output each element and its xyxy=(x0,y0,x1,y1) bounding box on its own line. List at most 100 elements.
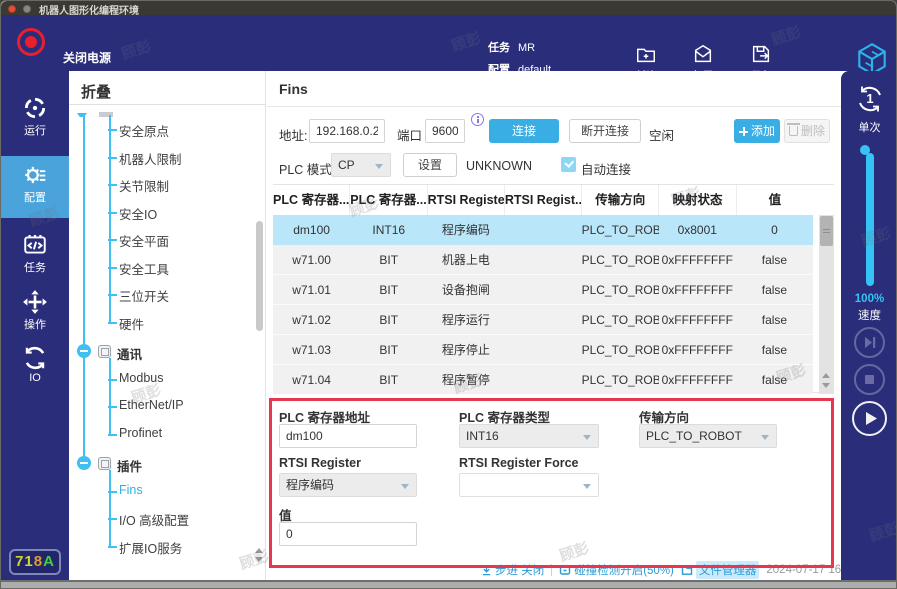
tree-item-extended-io-service[interactable]: 扩展IO服务 xyxy=(119,538,182,556)
status-bar: 步进 关闭 碰撞检测开启(50%) 文件管理器 2024-07-17 16:03… xyxy=(481,560,873,580)
scroll-up-icon[interactable] xyxy=(255,548,263,553)
plc-address-input[interactable] xyxy=(279,424,417,448)
table-row[interactable]: w71.03BIT程序停止PLC_TO_ROB...0xFFFFFFFFfals… xyxy=(273,335,813,365)
scroll-up-icon[interactable] xyxy=(822,373,830,378)
collision-status[interactable]: 碰撞检测开启(50%) xyxy=(559,562,674,578)
address-input[interactable] xyxy=(309,119,385,143)
cell xyxy=(504,275,581,304)
tree-item-ethernet-ip[interactable]: EtherNet/IP xyxy=(119,398,184,416)
cell: PLC_TO_ROB... xyxy=(582,305,659,334)
tree-item-safety-home[interactable]: 安全原点 xyxy=(119,121,169,139)
auto-connect-checkbox[interactable] xyxy=(561,157,576,172)
cell: w71.03 xyxy=(273,335,350,364)
step-forward-button[interactable] xyxy=(854,327,885,358)
disconnect-button[interactable]: 断开连接 xyxy=(569,119,641,143)
table-row[interactable]: w71.04BIT程序暂停PLC_TO_ROB...0xFFFFFFFFfals… xyxy=(273,365,813,395)
delete-button[interactable]: 删除 xyxy=(784,119,830,143)
cell: BIT xyxy=(350,365,427,394)
scrollbar-track xyxy=(819,185,834,215)
config-tree-panel: 折叠 安全原点 机器人限制 关节限制 安全IO 安全平面 安全工具 三位开关 硬… xyxy=(69,71,266,580)
rtsi-force-select[interactable] xyxy=(459,473,599,497)
tree-item-hardware[interactable]: 硬件 xyxy=(119,314,144,332)
play-button[interactable] xyxy=(852,401,887,436)
cell: 0xFFFFFFFF xyxy=(659,335,736,364)
speed-slider-track[interactable] xyxy=(866,153,874,286)
connect-button[interactable]: 连接 xyxy=(489,119,559,143)
scroll-down-icon[interactable] xyxy=(255,557,263,562)
rtsi-register-select[interactable]: 程序编码 xyxy=(279,473,417,497)
tree-item-safety-tool[interactable]: 安全工具 xyxy=(119,259,169,277)
scroll-down-icon[interactable] xyxy=(822,383,830,388)
connection-state-text: 空闲 xyxy=(649,125,674,144)
plc-mode-select[interactable]: CP xyxy=(331,153,391,177)
col-plc-register-type: PLC 寄存器... xyxy=(350,185,427,215)
cell: INT16 xyxy=(350,215,427,245)
nav-task-label: 任务 xyxy=(1,259,69,275)
single-run-label: 单次 xyxy=(841,119,897,135)
tree-item-safety-plane[interactable]: 安全平面 xyxy=(119,231,169,249)
tree-scroll-arrows[interactable] xyxy=(254,548,264,562)
tree-title[interactable]: 折叠 xyxy=(81,81,111,102)
table-row[interactable]: dm100INT16程序编码PLC_TO_ROB...0x80010 xyxy=(273,215,813,245)
table-row[interactable]: w71.00BIT机器上电PLC_TO_ROB...0xFFFFFFFFfals… xyxy=(273,245,813,275)
tree-item-joint-limit[interactable]: 关节限制 xyxy=(119,176,169,194)
tree-item-fins[interactable]: Fins xyxy=(119,483,143,501)
nav-io[interactable]: IO xyxy=(1,339,69,401)
task-icon xyxy=(22,232,48,258)
file-manager[interactable]: 文件管理器 xyxy=(681,561,760,579)
window-minimize-button[interactable] xyxy=(23,5,31,13)
file-manager-text: 文件管理器 xyxy=(696,561,760,579)
table-row[interactable]: w71.01BIT设备抱闸PLC_TO_ROB...0xFFFFFFFFfals… xyxy=(273,275,813,305)
direction-select[interactable]: PLC_TO_ROBOT xyxy=(639,424,777,448)
step-status[interactable]: 步进 关闭 xyxy=(481,562,544,578)
cell: 程序停止 xyxy=(427,335,504,364)
power-button-label[interactable]: 关闭电源 xyxy=(63,49,111,66)
task-value: MR xyxy=(518,42,535,54)
plc-type-select[interactable]: INT16 xyxy=(459,424,599,448)
scrollbar-thumb[interactable] xyxy=(820,216,833,246)
fins-panel: Fins 地址: 端口 连接 断开连接 空闲 添加 删除 PLC 模式: CP … xyxy=(267,71,841,580)
plc-mode-value: CP xyxy=(338,158,355,172)
tree-branch-line-plugin xyxy=(109,470,111,546)
cell: 0xFFFFFFFF xyxy=(659,275,736,304)
auto-connect-label: 自动连接 xyxy=(581,159,631,178)
add-button[interactable]: 添加 xyxy=(734,119,780,143)
nav-run-label: 运行 xyxy=(1,122,69,138)
tree-item-safety-io[interactable]: 安全IO xyxy=(119,204,157,222)
cell: false xyxy=(736,335,813,364)
nav-task[interactable]: 任务 xyxy=(1,226,69,288)
collapse-toggle-icon[interactable] xyxy=(77,456,91,470)
table-scrollbar[interactable] xyxy=(819,185,834,394)
tree-item-io-advanced-config[interactable]: I/O 高级配置 xyxy=(119,510,189,528)
tree-scrollbar[interactable] xyxy=(256,221,263,331)
tree-item-modbus[interactable]: Modbus xyxy=(119,371,163,389)
nav-run[interactable]: 运行 xyxy=(1,89,69,151)
window-close-button[interactable] xyxy=(8,5,16,13)
cell xyxy=(504,305,581,334)
tree-item-three-pos-switch[interactable]: 三位开关 xyxy=(119,286,169,304)
tree-item-robot-limit[interactable]: 机器人限制 xyxy=(119,149,182,167)
col-rtsi-register-force: RTSI Regist... xyxy=(505,185,582,215)
tree-item-profinet[interactable]: Profinet xyxy=(119,426,162,444)
speed-label: 速度 xyxy=(841,307,897,323)
single-run-button[interactable]: 1 xyxy=(854,83,886,120)
col-map-state: 映射状态 xyxy=(659,185,736,215)
nav-operate[interactable]: 操作 xyxy=(1,283,69,345)
stop-button[interactable] xyxy=(854,364,885,395)
power-record-button[interactable] xyxy=(17,28,45,56)
value-input[interactable] xyxy=(279,522,417,546)
settings-button[interactable]: 设置 xyxy=(403,153,457,177)
speed-slider-knob[interactable] xyxy=(860,145,870,155)
collision-status-text: 碰撞检测开启(50%) xyxy=(574,562,674,578)
step-icon xyxy=(481,564,492,576)
cell: dm100 xyxy=(273,215,350,245)
table-row[interactable]: w71.02BIT程序运行PLC_TO_ROB...0xFFFFFFFFfals… xyxy=(273,305,813,335)
port-input[interactable] xyxy=(425,119,465,143)
run-icon xyxy=(22,95,48,121)
expand-triangle-icon xyxy=(77,113,87,117)
collapse-toggle-icon[interactable] xyxy=(77,344,91,358)
col-direction: 传输方向 xyxy=(582,185,659,215)
nav-config[interactable]: 配置 xyxy=(1,156,69,218)
cell: 0 xyxy=(736,215,813,245)
info-icon[interactable] xyxy=(471,113,484,126)
